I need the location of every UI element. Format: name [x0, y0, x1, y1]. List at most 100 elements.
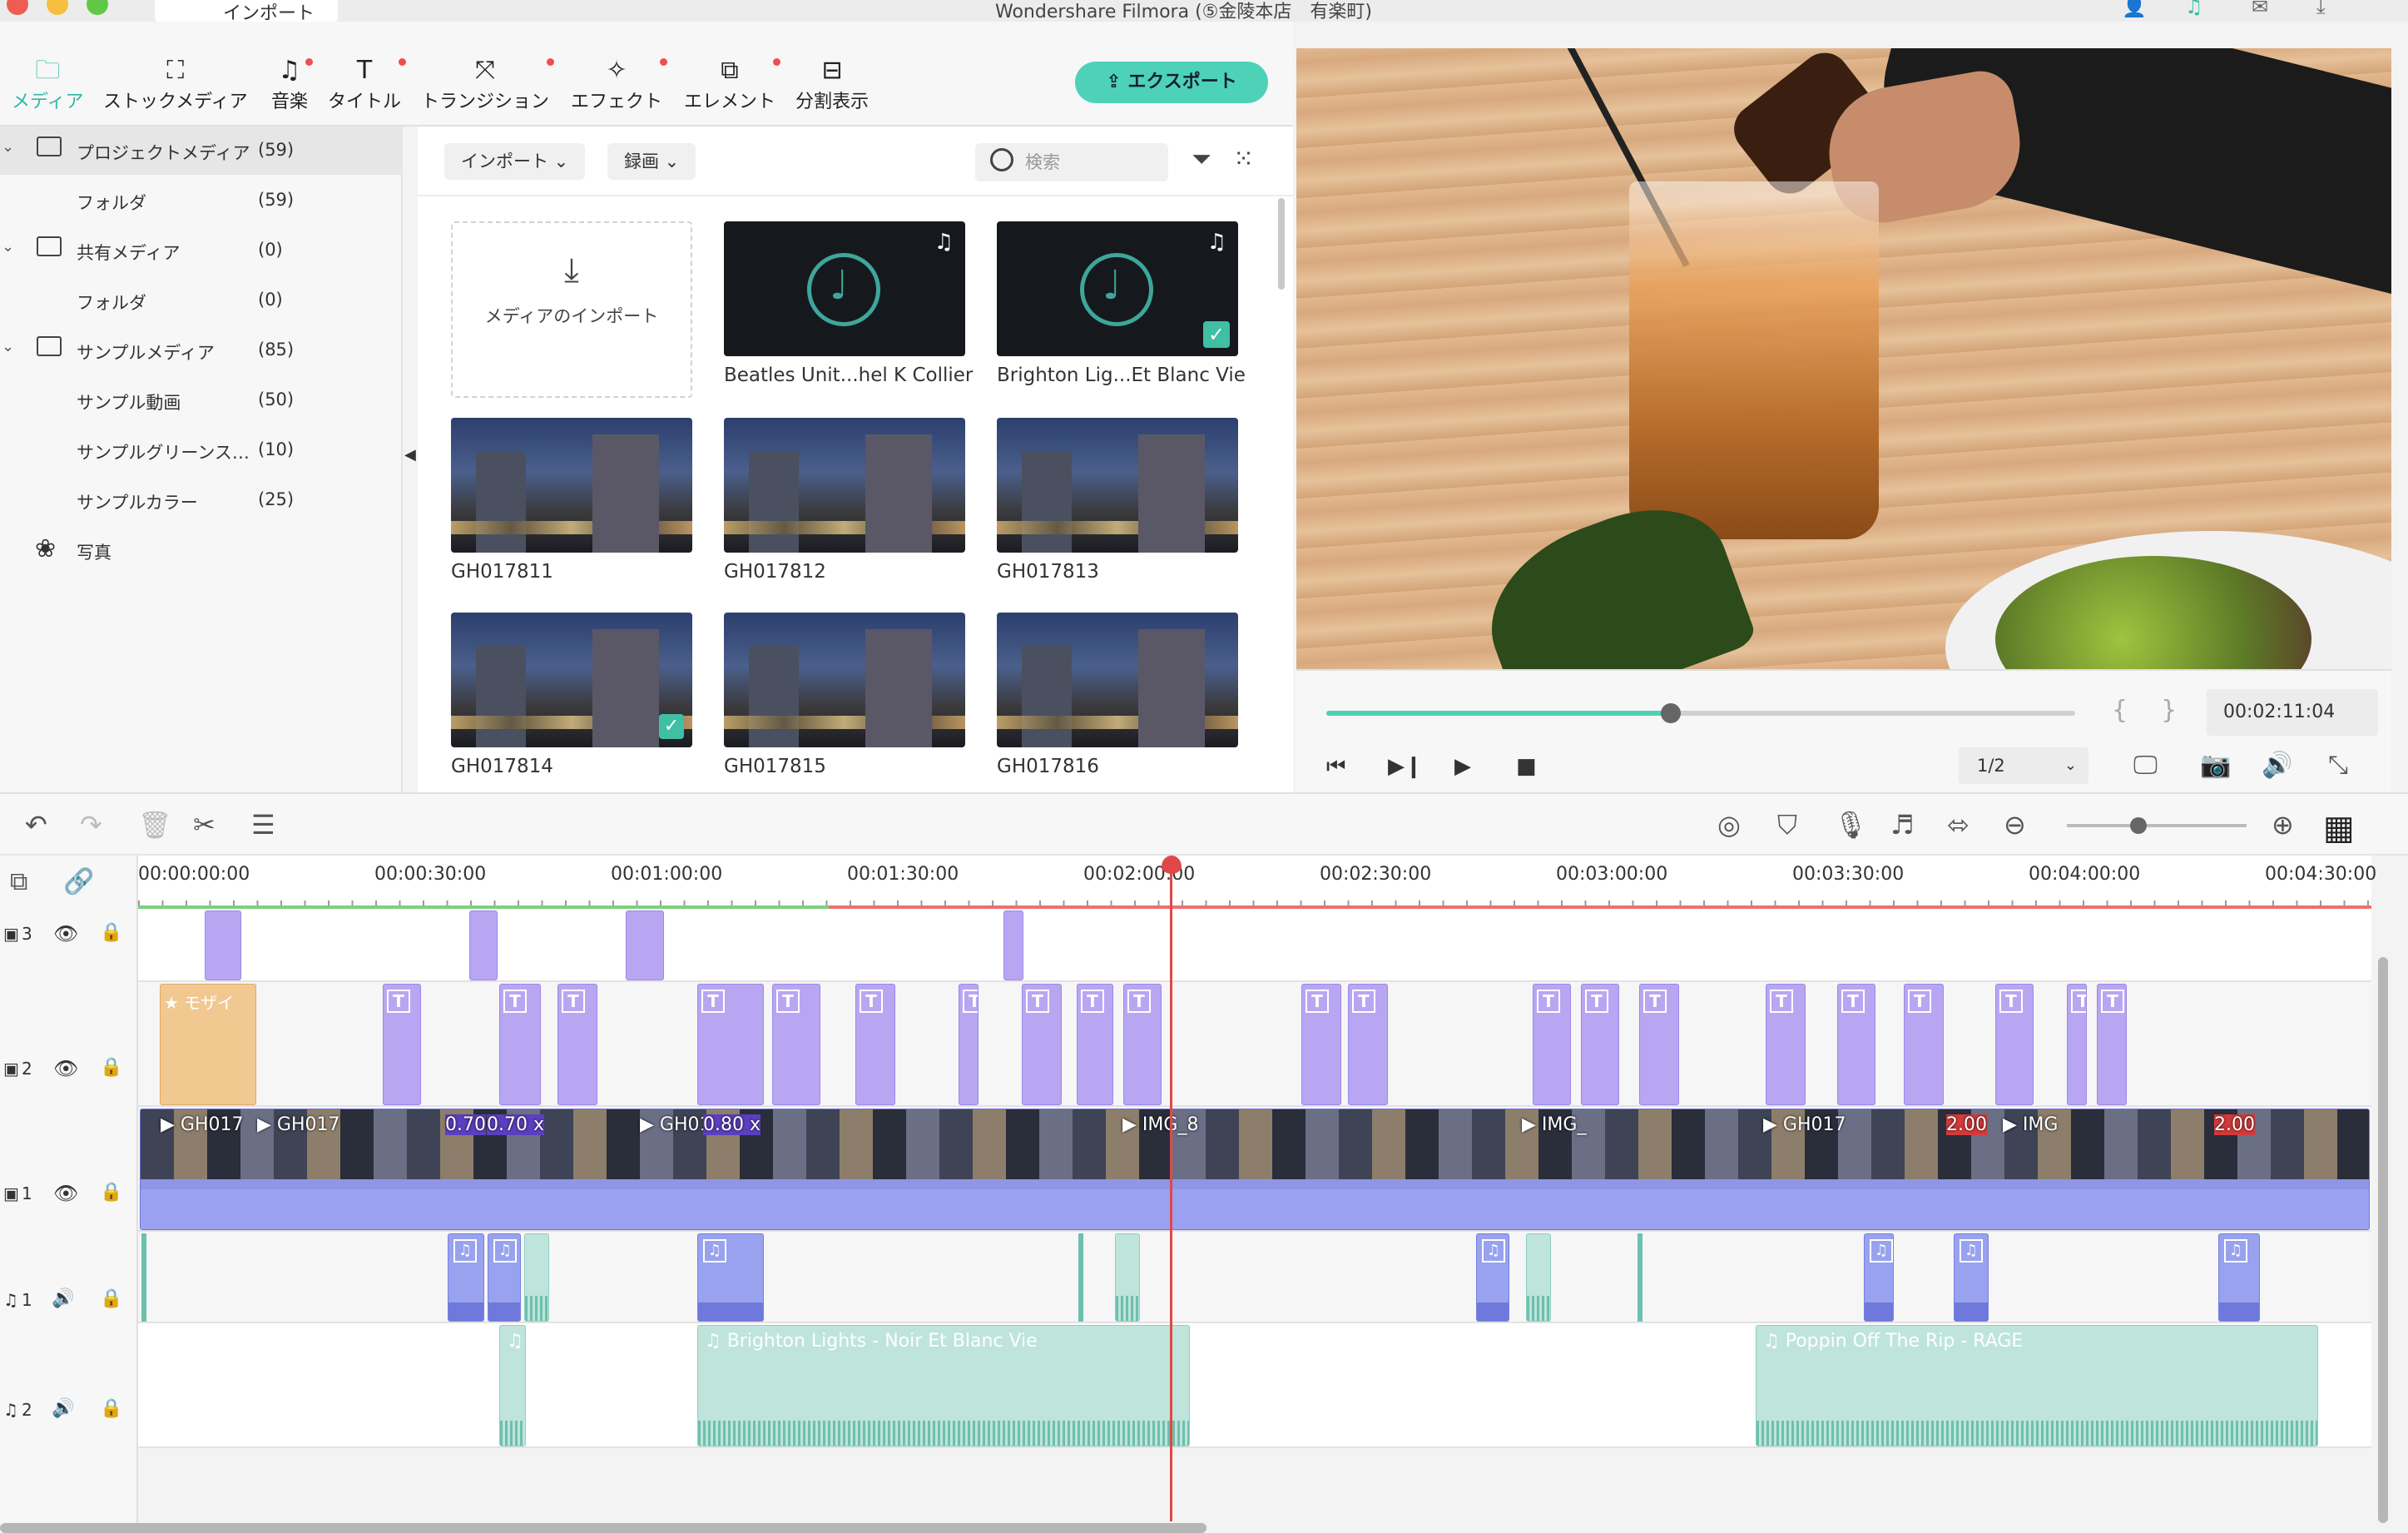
- chevron-down-icon[interactable]: ⌄: [2, 138, 14, 156]
- timeline-horizontal-scrollbar[interactable]: [0, 1523, 1206, 1533]
- title-clip[interactable]: T: [383, 984, 421, 1105]
- title-clip[interactable]: T: [1077, 984, 1113, 1105]
- title-clip[interactable]: T: [557, 984, 597, 1105]
- mark-out-icon[interactable]: }: [2161, 696, 2210, 725]
- eye-icon[interactable]: 👁: [53, 1057, 78, 1080]
- fit-timeline-icon[interactable]: ⬄: [1947, 809, 1970, 841]
- tab-transition[interactable]: ⤧ トランジション: [421, 55, 555, 113]
- tree-item-shared-folder[interactable]: フォルダ (0): [0, 276, 403, 325]
- marker-icon[interactable]: ⛉: [1777, 809, 1797, 841]
- preview-quality-select[interactable]: 1/2 ⌄: [1959, 747, 2088, 784]
- audio-clip-sliver[interactable]: [1078, 1233, 1083, 1322]
- title-clip[interactable]: T: [1123, 984, 1162, 1105]
- mail-icon[interactable]: ✉: [2252, 0, 2268, 18]
- tab-stock-media[interactable]: ⛶ ストックメディア: [103, 55, 248, 113]
- cut-icon[interactable]: ✂: [193, 809, 216, 841]
- chevron-down-icon[interactable]: ⌄: [2, 238, 14, 256]
- title-clip[interactable]: T: [1022, 984, 1062, 1105]
- volume-icon[interactable]: 🔊: [2262, 751, 2292, 780]
- audio-clip[interactable]: ♫: [697, 1233, 764, 1322]
- media-item-audio-2[interactable]: ♫ ✓: [997, 221, 1238, 356]
- add-track-icon[interactable]: ⧉: [10, 867, 27, 896]
- in-out-marks[interactable]: {}: [2112, 696, 2210, 725]
- step-back-icon[interactable]: ⏮: [1326, 754, 1345, 780]
- support-icon[interactable]: ♫: [2185, 0, 2203, 18]
- music-clip[interactable]: ♫ Poppin Off The Rip - RAGE: [1756, 1325, 2318, 1446]
- lock-icon[interactable]: 🔒: [100, 1288, 122, 1309]
- lock-icon[interactable]: 🔒: [100, 922, 122, 943]
- lock-icon[interactable]: 🔒: [100, 1182, 122, 1203]
- mark-in-icon[interactable]: {: [2112, 696, 2161, 725]
- title-clip[interactable]: T: [1995, 984, 2034, 1105]
- media-item-video-6[interactable]: [997, 613, 1238, 747]
- grid-view-icon[interactable]: ⁙: [1233, 145, 1254, 174]
- zoom-window-button[interactable]: [87, 0, 108, 15]
- audio-clip[interactable]: [1526, 1233, 1551, 1322]
- playback-progress-bar[interactable]: [1326, 703, 2075, 723]
- fullscreen-icon[interactable]: ⤡: [2328, 751, 2348, 780]
- render-icon[interactable]: ◎: [1717, 809, 1741, 841]
- record-dropdown[interactable]: 録画 ⌄: [607, 143, 696, 180]
- audio-clip[interactable]: ♫: [1864, 1233, 1894, 1322]
- audio-clip[interactable]: [524, 1233, 549, 1322]
- tab-split-screen[interactable]: ⊟ 分割表示: [795, 55, 869, 113]
- title-clip[interactable]: T: [772, 984, 820, 1105]
- audio-clip[interactable]: ♫: [2218, 1233, 2260, 1322]
- title-clip[interactable]: T: [2067, 984, 2087, 1105]
- delete-icon[interactable]: 🗑: [138, 809, 172, 841]
- timeline-ruler[interactable]: 00:00:00:00 00:00:30:00 00:01:00:00 00:0…: [138, 856, 2376, 909]
- title-clip[interactable]: T: [499, 984, 541, 1105]
- title-clip[interactable]: T: [2097, 984, 2127, 1105]
- tree-item-sample-video[interactable]: サンプル動画 (50): [0, 376, 403, 424]
- lock-icon[interactable]: 🔒: [100, 1398, 122, 1419]
- zoom-out-icon[interactable]: ⊖: [2004, 809, 2026, 841]
- zoom-in-icon[interactable]: ⊕: [2272, 809, 2294, 841]
- sticker-clip[interactable]: ★ モザイ: [160, 984, 256, 1105]
- audio-clip-sliver[interactable]: [1638, 1233, 1642, 1322]
- title-clip[interactable]: T: [1348, 984, 1388, 1105]
- media-item-video-3[interactable]: [997, 418, 1238, 553]
- media-item-video-5[interactable]: [724, 613, 965, 747]
- speaker-icon[interactable]: 🔊: [52, 1288, 74, 1309]
- tab-media[interactable]: 🗀 メディア: [7, 55, 89, 131]
- snapshot-camera-icon[interactable]: 📷: [2200, 751, 2231, 780]
- account-icon[interactable]: 👤: [2122, 0, 2147, 18]
- tree-item-project-media[interactable]: ⌄ プロジェクトメディア (59): [0, 127, 403, 175]
- audio-clip[interactable]: ♫: [488, 1233, 521, 1322]
- title-clip[interactable]: T: [1639, 984, 1679, 1105]
- audio-clip[interactable]: ♫: [1476, 1233, 1509, 1322]
- audio-clip[interactable]: [1115, 1233, 1140, 1322]
- filter-icon[interactable]: ⏷: [1192, 145, 1211, 174]
- link-icon[interactable]: 🔗: [63, 867, 94, 896]
- effect-clip[interactable]: [205, 910, 241, 980]
- tab-title[interactable]: T タイトル: [328, 55, 407, 113]
- minimize-window-button[interactable]: [47, 0, 68, 15]
- title-clip[interactable]: T: [1837, 984, 1875, 1105]
- media-scrollbar[interactable]: [1278, 198, 1285, 290]
- music-clip[interactable]: ♫: [499, 1325, 526, 1446]
- redo-icon[interactable]: ↷: [80, 809, 102, 841]
- close-window-button[interactable]: [7, 0, 28, 15]
- lock-icon[interactable]: 🔒: [100, 1057, 122, 1078]
- microphone-icon[interactable]: 🎙: [1834, 809, 1868, 841]
- tree-item-sample-media[interactable]: ⌄ サンプルメディア (85): [0, 326, 403, 375]
- playhead[interactable]: [1170, 864, 1172, 1521]
- audio-clip-sliver[interactable]: [141, 1233, 146, 1322]
- progress-knob[interactable]: [1661, 703, 1681, 723]
- search-input[interactable]: 検索: [975, 143, 1168, 181]
- display-icon[interactable]: 🖵: [2133, 751, 2158, 780]
- audio-clip[interactable]: ♫: [448, 1233, 484, 1322]
- collapse-panel-arrow-icon[interactable]: ◀: [404, 446, 416, 464]
- title-clip[interactable]: T: [697, 984, 764, 1105]
- tab-music[interactable]: ♫ 音楽: [271, 55, 314, 113]
- track-list-icon[interactable]: ▦: [2323, 809, 2355, 847]
- zoom-slider[interactable]: [2067, 824, 2247, 827]
- download-icon[interactable]: ⤓: [2316, 0, 2326, 18]
- media-item-video-1[interactable]: [451, 418, 692, 553]
- effect-clip[interactable]: [1003, 910, 1023, 980]
- timeline-vertical-scrollbar[interactable]: [2378, 957, 2388, 1523]
- effect-clip[interactable]: [626, 910, 664, 980]
- audio-clip[interactable]: ♫: [1954, 1233, 1989, 1322]
- zoom-slider-knob[interactable]: [2130, 817, 2148, 834]
- eye-icon[interactable]: 👁: [53, 922, 78, 945]
